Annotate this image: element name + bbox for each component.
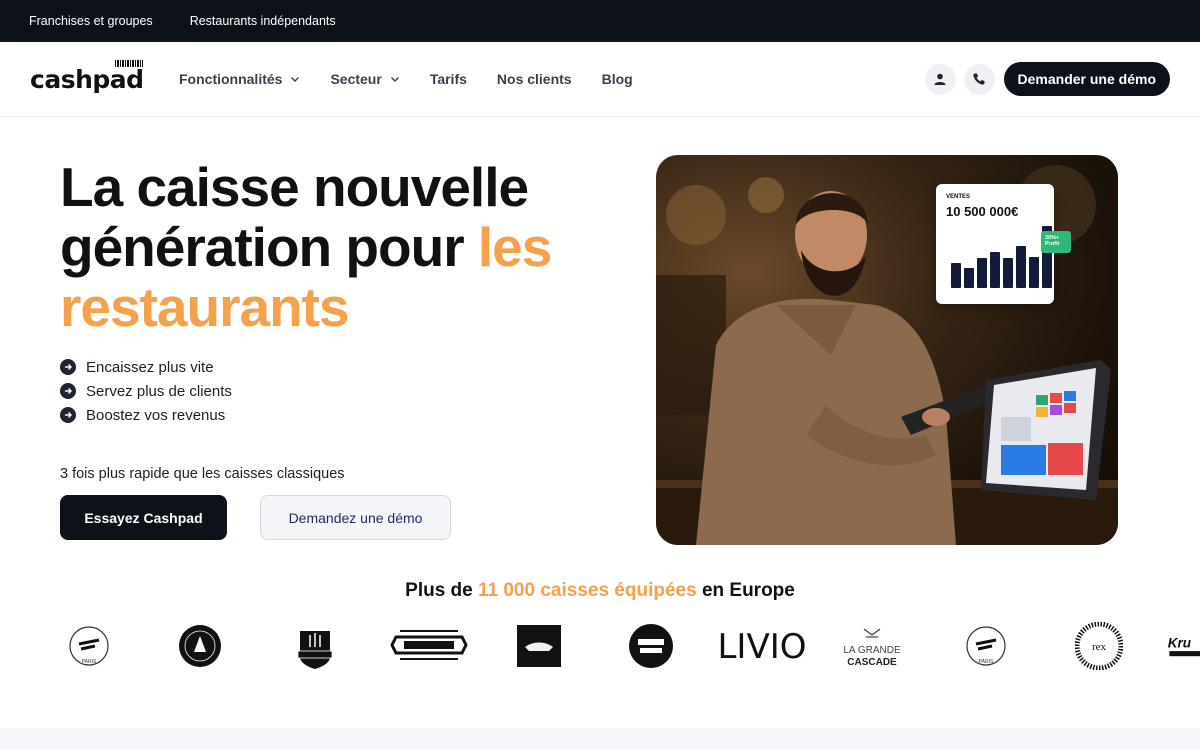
feature-text: Servez plus de clients — [86, 382, 232, 400]
feature-item: Servez plus de clients — [60, 379, 232, 403]
topbar-link-franchises[interactable]: Franchises et groupes — [29, 14, 153, 28]
nav-item-label: Nos clients — [496, 71, 572, 87]
nav-item-tarifs[interactable]: Tarifs — [430, 71, 467, 87]
request-demo-button[interactable]: Demander une démo — [1003, 62, 1170, 96]
feature-text: Encaissez plus vite — [86, 358, 214, 376]
feature-list: Encaissez plus vite Servez plus de clien… — [60, 355, 232, 427]
nav-item-blog[interactable]: Blog — [602, 71, 633, 87]
profit-badge: 20%+ Profit — [1041, 231, 1071, 253]
chevron-down-icon — [291, 77, 300, 82]
client-logo-la-grande-cascade: LA GRANDE CASCADE — [836, 618, 908, 674]
arrow-right-icon — [60, 383, 76, 399]
svg-text:CASCADE: CASCADE — [847, 657, 897, 668]
nav-item-label: Secteur — [330, 71, 382, 87]
hero-tagline: 3 fois plus rapide que les caisses class… — [60, 466, 345, 482]
client-logo-brasserie — [292, 618, 338, 674]
sales-bar — [990, 252, 1000, 288]
logo-text: cashpad — [30, 64, 144, 94]
client-logo-partial: E — [0, 618, 12, 674]
svg-text:PARIS: PARIS — [82, 659, 97, 665]
client-logo-crepe-touch — [628, 618, 674, 674]
try-cashpad-button[interactable]: Essayez Cashpad — [60, 495, 227, 540]
phone-icon — [973, 73, 985, 85]
phone-button[interactable] — [963, 63, 995, 95]
sales-amount: 10 500 000€ — [946, 204, 1019, 219]
hero-section: La caisse nouvelle génération pour les r… — [0, 117, 1200, 577]
request-demo-secondary-button[interactable]: Demandez une démo — [260, 495, 451, 540]
topbar-link-independants[interactable]: Restaurants indépendants — [190, 14, 336, 28]
nav-item-secteur[interactable]: Secteur — [330, 71, 399, 87]
svg-text:PARIS: PARIS — [979, 659, 994, 665]
svg-text:Kru: Kru — [1168, 636, 1192, 651]
feature-item: Boostez vos revenus — [60, 403, 232, 427]
main-nav: cashpad Fonctionnalités Secteur Tarifs N… — [0, 42, 1200, 117]
title-highlight: 11 000 caisses équipées — [478, 580, 697, 601]
sales-bar-chart — [951, 226, 1052, 288]
client-logo-frequence: PARIS — [66, 618, 112, 674]
nav-menu: Fonctionnalités Secteur Tarifs Nos clien… — [179, 71, 633, 87]
clients-count-title: Plus de 11 000 caisses équipées en Europ… — [0, 580, 1200, 602]
client-logo-stadium — [390, 618, 468, 674]
user-icon — [934, 73, 946, 85]
feature-item: Encaissez plus vite — [60, 355, 232, 379]
nav-item-label: Fonctionnalités — [179, 71, 283, 87]
headline-text: La caisse nouvelle génération pour — [60, 156, 529, 278]
hero-headline: La caisse nouvelle génération pour les r… — [60, 157, 620, 337]
client-logo-overland — [515, 618, 563, 674]
client-logo-rex: rex — [1075, 618, 1123, 674]
client-logo-krusty: Kru — [1166, 618, 1200, 674]
svg-text:LIVIO: LIVIO — [717, 627, 806, 666]
client-logo-frequence-repeat: PARIS — [963, 618, 1009, 674]
chevron-down-icon — [390, 77, 399, 82]
sales-bar — [1029, 257, 1039, 288]
sales-bar — [1016, 246, 1026, 288]
sales-card: VENTES 10 500 000€ — [936, 184, 1054, 304]
client-logo-brasseur — [176, 618, 224, 674]
sales-bar — [977, 258, 987, 288]
sales-bar — [1003, 258, 1013, 288]
nav-item-nos-clients[interactable]: Nos clients — [497, 71, 572, 87]
hero-photo: VENTES 10 500 000€ 20%+ Profit — [656, 155, 1118, 545]
feature-text: Boostez vos revenus — [86, 406, 226, 424]
top-bar: Franchises et groupes Restaurants indépe… — [0, 0, 1200, 42]
nav-actions: Demander une démo — [924, 62, 1170, 96]
title-suffix: en Europe — [696, 580, 795, 601]
next-section-strip — [0, 728, 1200, 750]
nav-item-label: Blog — [601, 71, 633, 87]
nav-item-label: Tarifs — [429, 71, 467, 87]
account-button[interactable] — [924, 63, 956, 95]
arrow-right-icon — [60, 359, 76, 375]
cashpad-logo[interactable]: cashpad — [30, 59, 144, 94]
sales-bar — [951, 263, 961, 288]
client-logo-strip: E PARIS LIVIO LA GRANDECASCADE PARIS rex… — [0, 618, 1200, 674]
arrow-right-icon — [60, 407, 76, 423]
title-prefix: Plus de — [405, 580, 478, 601]
logo-barcode-icon — [115, 59, 143, 67]
svg-text:LA GRANDE: LA GRANDE — [843, 645, 901, 656]
svg-text:rex: rex — [1092, 641, 1107, 653]
sales-bar — [964, 268, 974, 288]
nav-item-fonctionnalites[interactable]: Fonctionnalités — [179, 71, 300, 87]
client-logo-livio: LIVIO — [716, 618, 808, 674]
sales-label: VENTES — [946, 194, 971, 200]
